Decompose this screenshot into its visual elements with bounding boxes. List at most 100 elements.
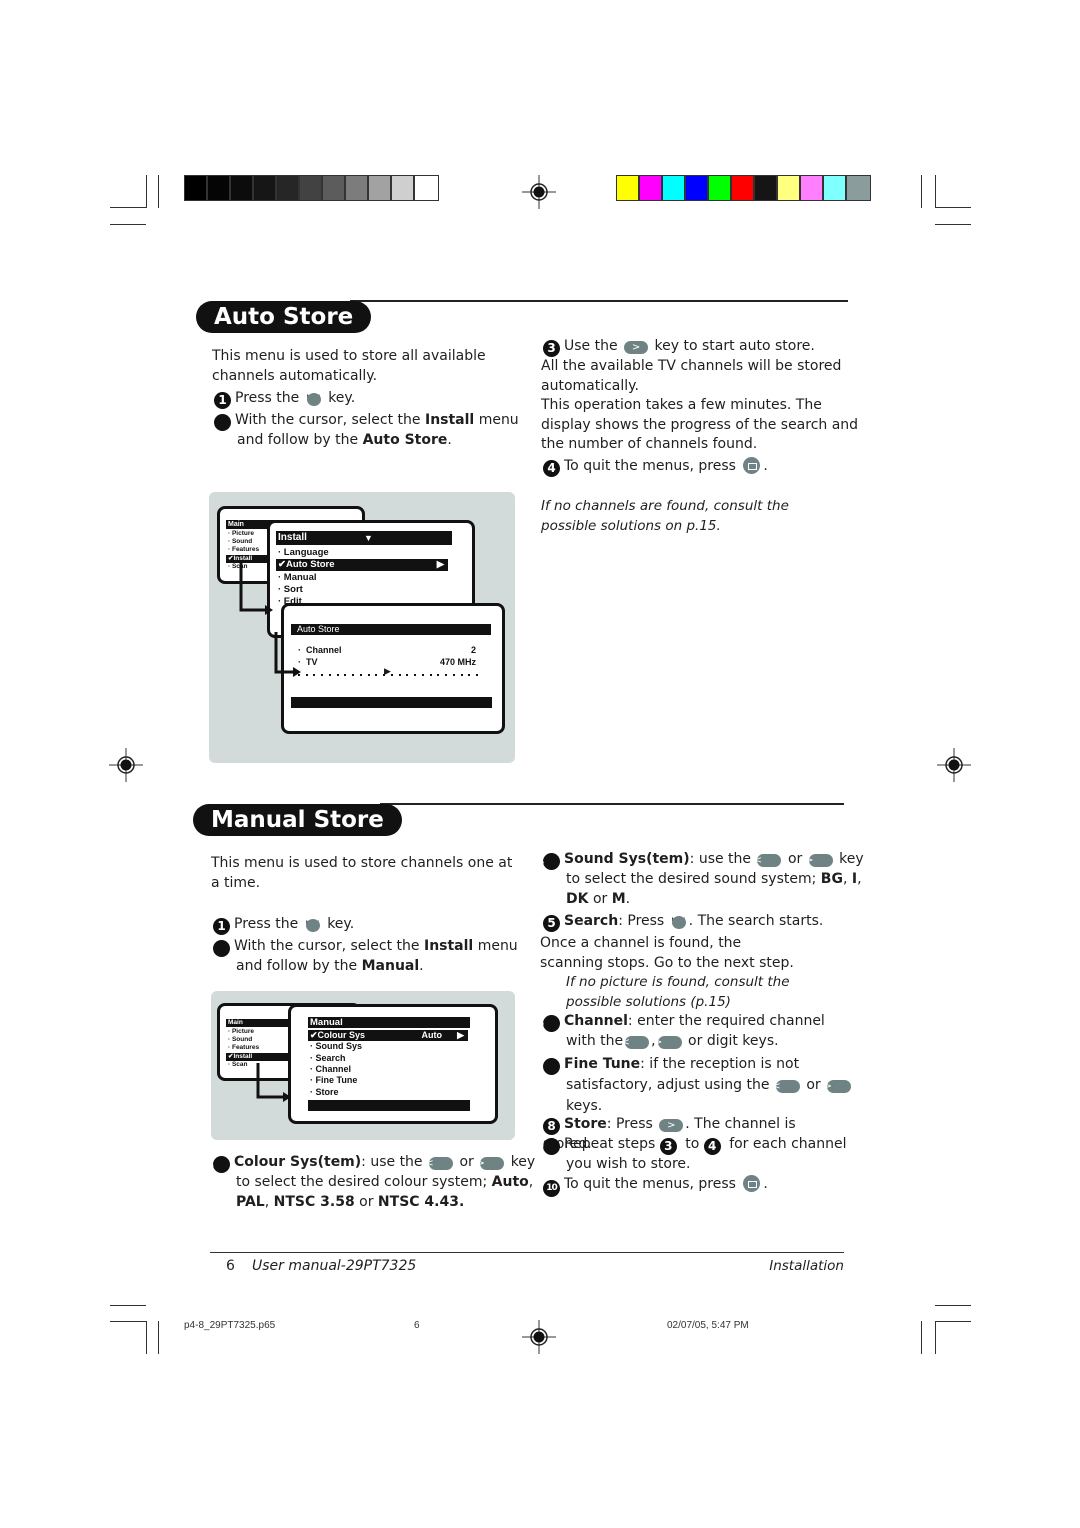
step-text: . The search starts.	[688, 913, 824, 929]
step-text: Press the	[234, 916, 299, 932]
footer-section-name: Installation	[769, 1258, 844, 1274]
auto-store-step-4: 4 To quit the menus, press .	[543, 457, 863, 477]
manual-store-diagram: Main · Picture · Sound · Features ✔Install ·…	[211, 991, 515, 1140]
step-number-4: 4	[543, 460, 560, 477]
calibration-swatch	[323, 176, 346, 200]
right-arrow-key-icon: >	[477, 1157, 505, 1170]
step-text: Repeat steps	[564, 1136, 656, 1152]
step-text: To quit the menus, press	[564, 458, 736, 474]
calibration-swatch	[847, 176, 870, 200]
step-number-1: 1	[214, 392, 231, 409]
step-5-paragraph: Once a channel is found, the scanning st…	[540, 935, 794, 971]
setting-colour-system: Colour Sys(tem)	[234, 1154, 362, 1170]
section-rule	[350, 300, 848, 302]
step-reference-4: 4	[703, 1138, 721, 1155]
step-text: or	[459, 1154, 474, 1170]
manual-store-step-1: 1Press the key.	[213, 913, 513, 935]
manual-store-step-10: 10 To quit the menus, press .	[543, 1175, 843, 1197]
step-text: to	[685, 1136, 700, 1152]
step-number-8: 8	[543, 1118, 560, 1135]
calibration-swatch	[277, 176, 300, 200]
calibration-swatch	[755, 176, 778, 200]
step-text: : Press	[618, 913, 665, 929]
step-number-2: 2	[207, 414, 231, 431]
step-text: key.	[327, 916, 355, 932]
right-arrow-key-icon: >	[654, 1036, 682, 1049]
calibration-swatch	[617, 176, 640, 200]
colour-option: Auto	[491, 1174, 529, 1190]
color-calibration-bar	[616, 175, 871, 201]
step-5-note: If no picture is found, consult the poss…	[566, 974, 790, 1010]
grayscale-calibration-bar	[184, 175, 439, 201]
setting-search: Search	[564, 913, 619, 929]
auto-store-diagram: Main · Picture · Sound · Features ✔Install ·…	[209, 492, 515, 763]
registration-mark-icon	[522, 175, 556, 209]
auto-store-step-3: 3 Use the > key to start auto store.	[543, 337, 863, 357]
step-text: With the cursor, select the	[234, 938, 420, 954]
calibration-swatch	[778, 176, 801, 200]
calibration-swatch	[208, 176, 231, 200]
footer-rule	[210, 1252, 844, 1253]
step-text: key to start auto store.	[654, 338, 815, 354]
colour-option: NTSC 4.43	[377, 1193, 459, 1210]
calibration-swatch	[415, 176, 438, 200]
slug-page-number: 6	[414, 1320, 420, 1331]
right-arrow-key-icon: >	[624, 341, 649, 354]
section-title-manual-store: Manual Store	[193, 804, 402, 836]
left-arrow-key-icon: <	[754, 854, 782, 867]
slug-file-name: p4-8_29PT7325.p65	[184, 1320, 276, 1331]
sound-option: M	[611, 890, 626, 907]
step-number-6: 6	[536, 1015, 560, 1032]
auto-store-step-1: 1Press the key.	[214, 387, 514, 409]
step-number-3: 3	[206, 1156, 230, 1173]
calibration-swatch	[369, 176, 392, 200]
step-text: With the cursor, select the	[235, 412, 421, 428]
step-number-7: 7	[536, 1058, 560, 1075]
menu-key-icon	[306, 387, 322, 407]
manual-store-step-3: 3 Colour Sys(tem): use the < or > key to …	[205, 1154, 536, 1210]
connector-arrows	[256, 1063, 291, 1102]
section-rule	[380, 803, 844, 805]
auto-store-intro: This menu is used to store all available…	[212, 348, 486, 384]
setting-channel: Channel	[564, 1013, 628, 1029]
tv-key-icon	[743, 1175, 761, 1192]
step-text: : use the	[689, 851, 752, 867]
step-text: .	[419, 958, 424, 974]
manual-store-intro: This menu is used to store channels one …	[211, 855, 513, 891]
menu-name-auto-store: Auto Store	[362, 432, 448, 448]
step-text: Use the	[564, 338, 618, 354]
colour-option: PAL	[236, 1193, 265, 1210]
manual-store-step-7: 7 Fine Tune: if the reception is not sati…	[536, 1054, 866, 1117]
calibration-swatch	[300, 176, 323, 200]
calibration-swatch	[185, 176, 208, 200]
manual-store-step-4: 4 Sound Sys(tem): use the < or > key to s…	[535, 851, 864, 907]
sound-option: BG	[820, 871, 843, 887]
registration-mark-icon	[522, 1320, 556, 1354]
calibration-swatch	[709, 176, 732, 200]
registration-mark-icon	[937, 748, 971, 782]
auto-store-para-2: This operation takes a few minutes. The …	[541, 397, 859, 453]
step-text: .	[763, 458, 768, 474]
step-text: or	[592, 890, 608, 907]
auto-store-note: If no channels are found, consult the po…	[541, 498, 789, 534]
setting-fine-tune: Fine Tune	[564, 1056, 641, 1072]
step-text: key.	[328, 390, 356, 406]
right-arrow-key-icon: >	[823, 1080, 852, 1093]
calibration-swatch	[824, 176, 847, 200]
step-text: or	[787, 851, 803, 867]
step-text: or digit keys.	[688, 1033, 779, 1049]
manual-store-step-2: 2 With the cursor, select the Install men…	[206, 937, 536, 977]
sound-option: I	[851, 871, 858, 887]
step-text: : use the	[361, 1154, 423, 1170]
step-text: Press the	[235, 390, 300, 406]
calibration-swatch	[392, 176, 415, 200]
calibration-swatch	[254, 176, 277, 200]
left-arrow-key-icon: <	[621, 1036, 650, 1049]
manual-store-step-5: 5Search: Press . The search starts.	[543, 910, 843, 932]
footer-manual-title: User manual-29PT7325	[252, 1258, 417, 1274]
step-reference-3: 3	[659, 1138, 677, 1155]
calibration-swatch	[640, 176, 663, 200]
slug-datetime: 02/07/05, 5:47 PM	[667, 1320, 749, 1331]
right-arrow-key-icon: >	[805, 854, 833, 867]
calibration-swatch	[801, 176, 824, 200]
